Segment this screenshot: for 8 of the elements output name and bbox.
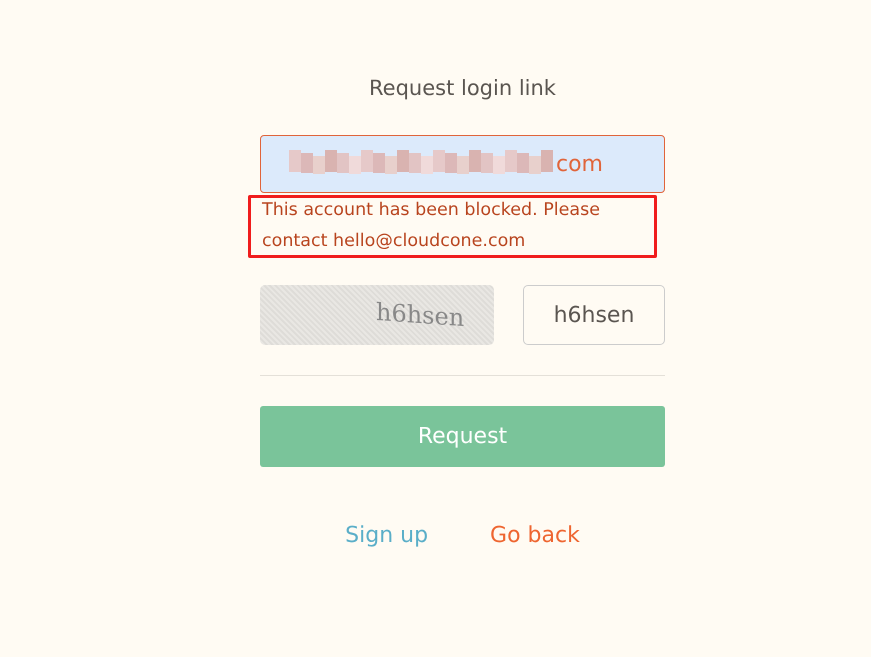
page-title: Request login link xyxy=(368,76,557,100)
error-message: This account has been blocked. Please contact hello@cloudcone.com xyxy=(260,195,665,257)
email-field[interactable]: com xyxy=(260,135,665,193)
nav-link[interactable]: Go back xyxy=(490,523,580,548)
captcha-input[interactable]: h6hsen xyxy=(523,285,665,345)
request-button[interactable]: Request xyxy=(260,406,665,467)
captcha-image: h6hsen xyxy=(260,285,494,345)
nav-link[interactable]: Sign up xyxy=(345,523,428,548)
